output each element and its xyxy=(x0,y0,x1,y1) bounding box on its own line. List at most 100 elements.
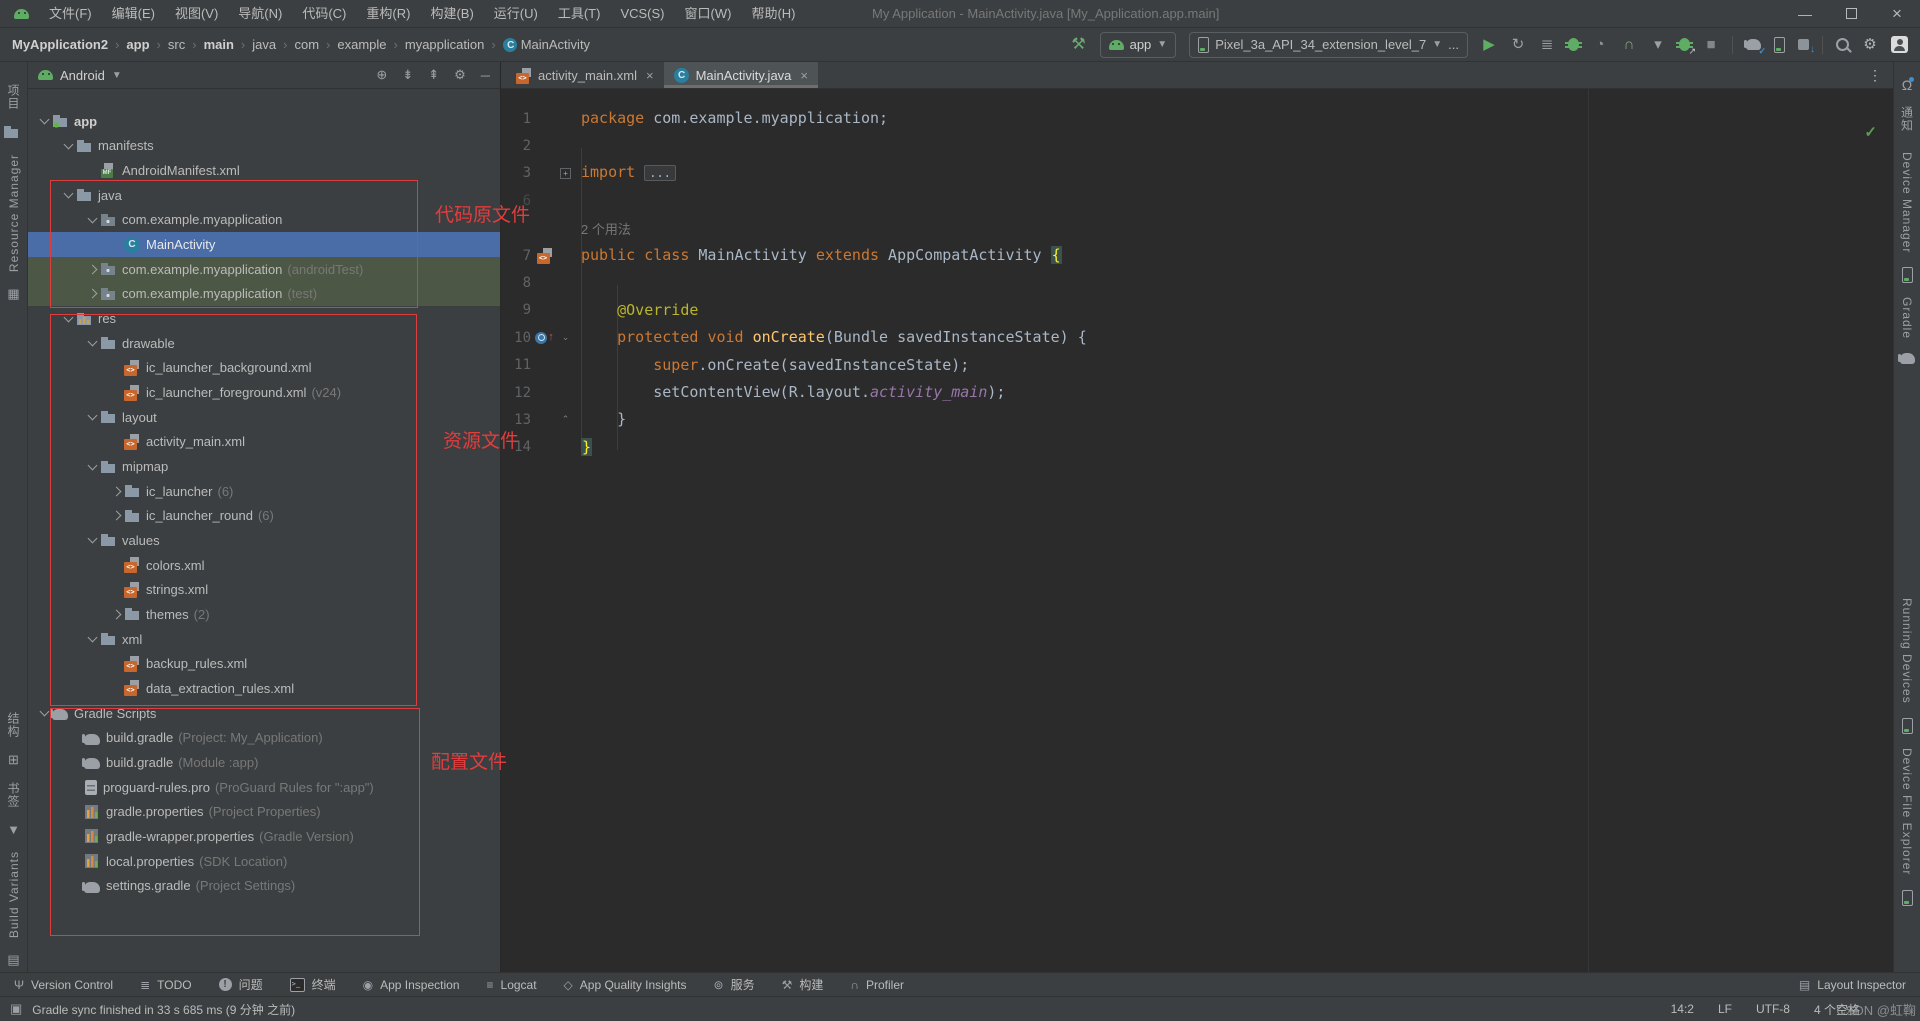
close-button[interactable]: × xyxy=(1874,0,1920,28)
tree-item-build-gradle[interactable]: build.gradle(Module :app) xyxy=(28,750,500,775)
tree-item-settings-gradle[interactable]: settings.gradle(Project Settings) xyxy=(28,873,500,898)
tree-arrow-icon[interactable] xyxy=(108,488,124,495)
tree-item-ic-launcher-round[interactable]: ic_launcher_round(6) xyxy=(28,504,500,529)
tree-arrow-icon[interactable] xyxy=(60,317,76,321)
tool-window-button[interactable]: Device Manager xyxy=(1900,152,1914,253)
tree-arrow-icon[interactable] xyxy=(84,465,100,469)
tool-window-button[interactable]: 书签 xyxy=(5,782,22,808)
tree-item-gradle-scripts[interactable]: Gradle Scripts xyxy=(28,701,500,726)
tool-window-button[interactable]: 结构 xyxy=(5,712,22,738)
tool-window-button-profiler[interactable]: ∩Profiler xyxy=(850,978,904,992)
tree-arrow-icon[interactable] xyxy=(84,266,100,273)
tool-window-button-app-inspection[interactable]: ◉App Inspection xyxy=(363,978,460,992)
menu-item[interactable]: 运行(U) xyxy=(484,0,548,28)
status-widget[interactable]: UTF-8 xyxy=(1756,1002,1790,1016)
minimize-button[interactable]: — xyxy=(1782,0,1828,28)
locate-icon[interactable]: ⊕ xyxy=(376,67,387,83)
tree-item-ic-launcher-background-xml[interactable]: ic_launcher_background.xml xyxy=(28,356,500,381)
menu-item[interactable]: 构建(B) xyxy=(420,0,483,28)
breadcrumb-item[interactable]: com xyxy=(294,37,319,52)
tab-close-icon[interactable]: × xyxy=(646,68,654,83)
tool-window-button-logcat[interactable]: ≡Logcat xyxy=(487,978,537,992)
fold-marker[interactable]: + xyxy=(558,168,573,179)
tree-item-mipmap[interactable]: mipmap xyxy=(28,454,500,479)
tool-window-button--[interactable]: 终端 xyxy=(290,976,336,993)
tree-item-ic-launcher[interactable]: ic_launcher(6) xyxy=(28,479,500,504)
stop-icon[interactable]: ■ xyxy=(1703,36,1719,54)
menu-item[interactable]: 重构(R) xyxy=(356,0,420,28)
tree-item-build-gradle[interactable]: build.gradle(Project: My_Application) xyxy=(28,725,500,750)
maximize-button[interactable] xyxy=(1828,0,1874,28)
collapse-all-icon[interactable]: ⇞ xyxy=(428,67,439,83)
menu-item[interactable]: 窗口(W) xyxy=(675,0,742,28)
fold-expand-icon[interactable]: + xyxy=(560,168,571,179)
menu-item[interactable]: VCS(S) xyxy=(610,0,674,28)
menu-item[interactable]: 导航(N) xyxy=(228,0,292,28)
tool-window-button[interactable]: Resource Manager xyxy=(7,154,21,272)
project-view-selector[interactable]: Android xyxy=(60,68,105,83)
tree-item-app[interactable]: app xyxy=(28,109,500,134)
tool-window-toggle-icon[interactable]: ▣ xyxy=(10,1001,22,1017)
gradle-sync-icon[interactable] xyxy=(1746,39,1761,50)
menu-item[interactable]: 帮助(H) xyxy=(741,0,805,28)
tool-window-button[interactable]: Gradle xyxy=(1900,297,1914,339)
tool-window-button[interactable]: 项目 xyxy=(5,84,22,110)
tree-item-manifests[interactable]: manifests xyxy=(28,134,500,159)
breadcrumb-item[interactable]: app xyxy=(126,37,149,52)
tool-window-button[interactable]: Device File Explorer xyxy=(1900,748,1914,875)
apply-changes-icon[interactable]: ≣ xyxy=(1539,36,1555,54)
tree-arrow-icon[interactable] xyxy=(108,512,124,519)
tree-arrow-icon[interactable] xyxy=(84,415,100,419)
debug-icon[interactable] xyxy=(1568,38,1579,51)
fold-marker[interactable]: ⌃ xyxy=(558,414,573,425)
device-dropdown[interactable]: Pixel_3a_API_34_extension_level_7 ▼ ... xyxy=(1189,32,1468,58)
chevron-down-icon[interactable]: ▼ xyxy=(112,70,122,81)
menu-item[interactable]: 文件(F) xyxy=(39,0,102,28)
tree-item-gradle-properties[interactable]: gradle.properties(Project Properties) xyxy=(28,799,500,824)
breadcrumb-item[interactable]: java xyxy=(252,37,276,52)
attach-debugger-icon[interactable] xyxy=(1679,38,1690,51)
menu-item[interactable]: 工具(T) xyxy=(548,0,611,28)
tool-window-button--[interactable]: 问题 xyxy=(219,976,263,993)
tree-arrow-icon[interactable] xyxy=(84,218,100,222)
tree-arrow-icon[interactable] xyxy=(84,637,100,641)
rerun-icon[interactable]: ↻ xyxy=(1510,36,1526,54)
settings-icon[interactable]: ⚙ xyxy=(1862,36,1878,54)
breadcrumb-item[interactable]: main xyxy=(204,37,234,52)
profile-avatar[interactable] xyxy=(1891,36,1908,53)
tree-arrow-icon[interactable] xyxy=(36,119,52,123)
profile-icon[interactable]: ◔ xyxy=(1592,36,1608,54)
sdk-manager-icon[interactable] xyxy=(1798,39,1809,50)
run-icon[interactable]: ▶ xyxy=(1481,36,1497,54)
tree-item-androidmanifest-xml[interactable]: AndroidManifest.xml xyxy=(28,158,500,183)
menu-item[interactable]: 编辑(E) xyxy=(102,0,165,28)
inspections-ok-icon[interactable]: ✓ xyxy=(1864,123,1877,141)
layout-file-icon[interactable] xyxy=(537,248,553,264)
tree-item-gradle-wrapper-properties[interactable]: gradle-wrapper.properties(Gradle Version… xyxy=(28,824,500,849)
tree-item-values[interactable]: values xyxy=(28,528,500,553)
tool-window-button[interactable]: Running Devices xyxy=(1900,598,1914,704)
status-widget[interactable]: LF xyxy=(1718,1002,1732,1016)
tree-arrow-icon[interactable] xyxy=(84,290,100,297)
override-method-icon[interactable] xyxy=(535,332,547,344)
expand-all-icon[interactable]: ⇟ xyxy=(402,67,413,83)
tree-item-data-extraction-rules-xml[interactable]: data_extraction_rules.xml xyxy=(28,676,500,701)
search-everywhere-icon[interactable] xyxy=(1836,38,1849,51)
tree-arrow-icon[interactable] xyxy=(84,341,100,345)
device-manager-icon[interactable] xyxy=(1774,37,1785,53)
tree-item-com-example-myapplication[interactable]: com.example.myapplication xyxy=(28,208,500,233)
tree-item-com-example-myapplication[interactable]: com.example.myapplication(test) xyxy=(28,282,500,307)
run-config-dropdown[interactable]: app ▼ xyxy=(1100,32,1177,58)
tree-item-layout[interactable]: layout xyxy=(28,405,500,430)
tree-item-java[interactable]: java xyxy=(28,183,500,208)
tree-item-xml[interactable]: xml xyxy=(28,627,500,652)
options-gear-icon[interactable]: ⚙ xyxy=(454,67,466,83)
fold-marker[interactable]: ⌄ xyxy=(558,332,573,343)
breadcrumb-item[interactable]: src xyxy=(168,37,185,52)
tool-window-button-layout-inspector[interactable]: ▤Layout Inspector xyxy=(1799,978,1906,992)
tree-item-com-example-myapplication[interactable]: com.example.myapplication(androidTest) xyxy=(28,257,500,282)
tool-window-button-todo[interactable]: ≣TODO xyxy=(140,978,192,992)
tree-item-res[interactable]: res xyxy=(28,306,500,331)
tree-arrow-icon[interactable] xyxy=(60,193,76,197)
breadcrumb-item[interactable]: myapplication xyxy=(405,37,485,52)
